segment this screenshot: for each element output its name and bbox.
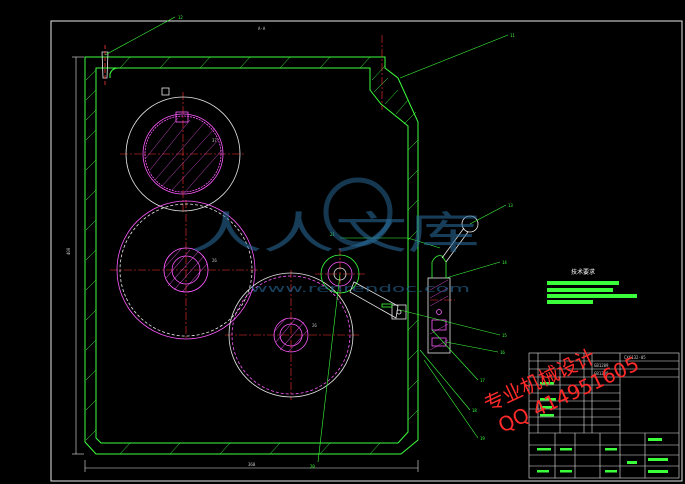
top-bolt [101, 45, 109, 85]
gear-label-upper: 37 [212, 138, 217, 143]
dimension-lines [72, 56, 419, 472]
requirements-text-lines [547, 281, 637, 304]
dim-width: 360 [248, 462, 256, 467]
part-number-12: 12 [178, 15, 183, 20]
requirements-title: 技术要求 [571, 268, 595, 276]
overlay-watermark: 专业机械设计 QQ 414951605 [480, 344, 642, 437]
part-number-18: 18 [472, 408, 477, 413]
part-number-13: 13 [508, 203, 513, 208]
site-logo-text: 人人文库 [190, 208, 480, 259]
part-number-15: 15 [502, 333, 507, 338]
part-number-17: 17 [480, 378, 485, 383]
cad-drawing-canvas: A-A 400 360 37 26 26 12 11 13 14 15 16 1… [50, 15, 683, 482]
part-number-11: 11 [510, 33, 515, 38]
part-number-16: 16 [500, 350, 505, 355]
part-number-20: 20 [310, 464, 315, 469]
section-label: A-A [258, 26, 266, 31]
gear-upper-hatch [145, 117, 223, 193]
dim-height: 400 [66, 247, 71, 255]
site-url: www.renrendoc.com [250, 282, 470, 295]
part-number-19: 19 [480, 436, 485, 441]
gear-label-lower: 26 [312, 323, 317, 328]
part-number-14: 14 [502, 260, 507, 265]
